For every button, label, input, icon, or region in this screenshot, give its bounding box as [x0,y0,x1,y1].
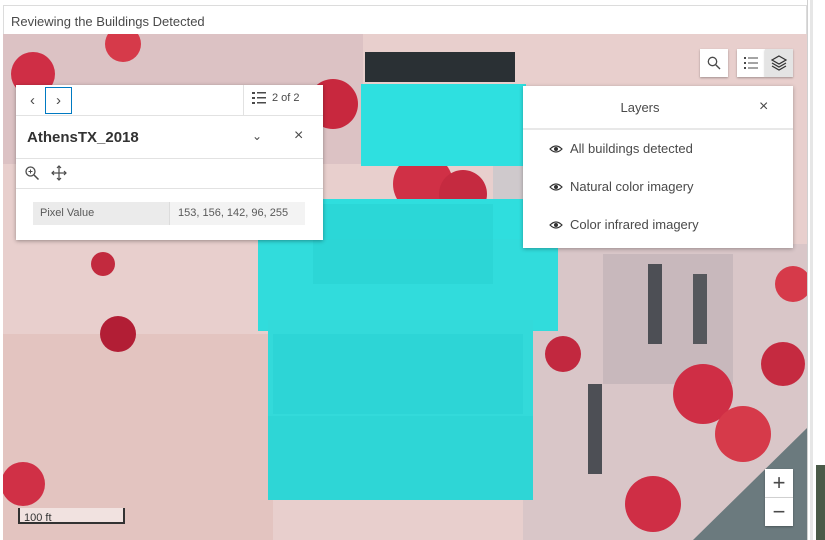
legend-button[interactable] [737,49,765,77]
visibility-eye-icon[interactable] [549,220,563,230]
close-icon: × [759,98,769,115]
page-edge [807,0,825,540]
visibility-eye-icon[interactable] [549,182,563,192]
zoom-in-button[interactable]: + [765,469,793,497]
chevron-right-icon: › [56,92,61,109]
divider [243,85,244,116]
move-icon[interactable] [51,165,67,181]
layer-label: Natural color imagery [570,179,694,194]
map-view[interactable]: ‹ › 2 of 2 AthensTX_2018 ⌄ × Pixel Value… [3,34,807,540]
popup-title: AthensTX_2018 [27,129,139,146]
layer-list-header: Layers × [523,86,793,130]
popup-header: AthensTX_2018 ⌄ × [16,116,323,159]
field-value: 153, 156, 142, 96, 255 [169,202,305,225]
minus-icon: − [772,499,786,524]
layer-list-title: Layers [620,100,660,115]
background-imagery [816,465,825,540]
popup-pagination: ‹ › 2 of 2 [16,85,323,116]
zoom-to-icon[interactable] [24,165,40,181]
layer-item-natural-color[interactable]: Natural color imagery [523,168,793,206]
layer-list-button[interactable] [765,49,793,77]
feature-count: 2 of 2 [272,92,300,104]
search-icon [707,56,721,70]
app-title: Reviewing the Buildings Detected [3,5,807,34]
plus-icon: + [772,470,786,495]
layers-icon [771,55,787,71]
list-icon [252,92,266,104]
field-label: Pixel Value [33,202,169,225]
layer-label: Color infrared imagery [570,217,699,232]
search-button[interactable] [700,49,728,77]
zoom-out-button[interactable]: − [765,498,793,526]
collapse-button[interactable]: ⌄ [252,129,262,143]
previous-feature-button[interactable]: ‹ [19,87,46,114]
layer-list-panel: Layers × All buildings detected Natural … [523,86,793,248]
layer-label: All buildings detected [570,141,693,156]
close-icon: × [294,127,304,144]
visibility-eye-icon[interactable] [549,144,563,154]
scale-bar: 100 ft [18,508,125,524]
close-layer-list-button[interactable]: × [759,98,768,116]
layer-item-color-infrared[interactable]: Color infrared imagery [523,206,793,244]
scrollbar-track[interactable] [810,0,813,540]
layer-item-all-buildings[interactable]: All buildings detected [523,130,793,168]
chevron-down-icon: ⌄ [252,129,263,143]
chevron-left-icon: ‹ [30,92,35,109]
next-feature-button[interactable]: › [45,87,72,114]
attribute-table-row: Pixel Value 153, 156, 142, 96, 255 [33,202,305,225]
feature-list-button[interactable]: 2 of 2 [252,92,300,104]
feature-popup: ‹ › 2 of 2 AthensTX_2018 ⌄ × Pixel Value… [16,85,323,240]
legend-icon [744,57,758,69]
close-popup-button[interactable]: × [294,127,303,145]
popup-actions [16,159,323,189]
